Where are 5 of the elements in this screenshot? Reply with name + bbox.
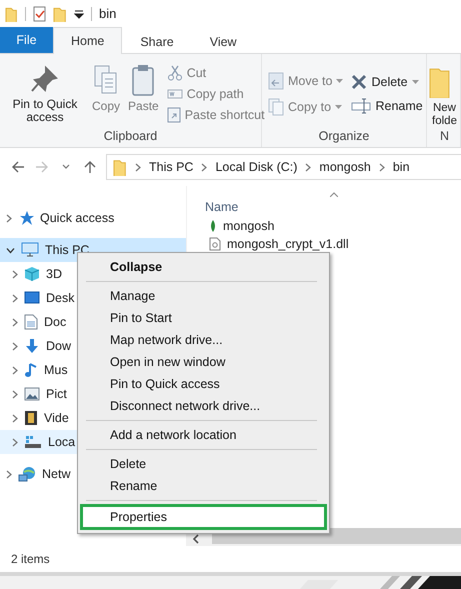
group-label: Clipboard — [102, 129, 158, 145]
status-text: 2 items — [11, 552, 50, 566]
group-label: N — [438, 129, 450, 145]
window-title: bin — [99, 6, 116, 21]
group-label: Organize — [318, 129, 370, 145]
